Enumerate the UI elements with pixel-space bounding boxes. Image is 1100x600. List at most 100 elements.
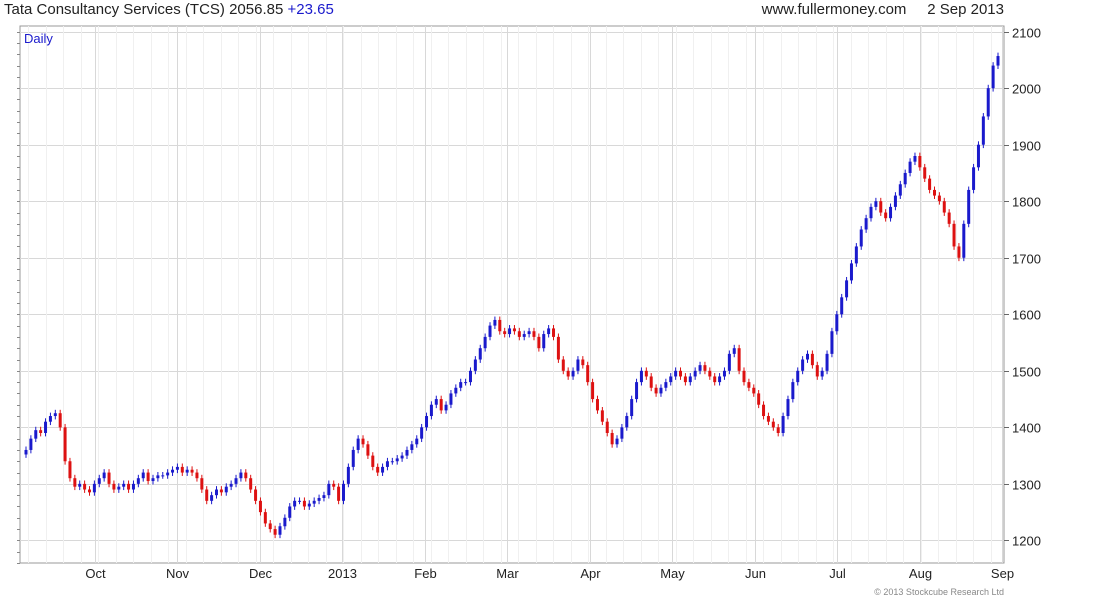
candle-body xyxy=(766,416,770,422)
candle-body xyxy=(884,212,888,219)
candle-body xyxy=(512,328,516,332)
candle-body xyxy=(180,466,184,473)
candle-body xyxy=(923,167,927,179)
y-tick-label: 1900 xyxy=(1012,139,1041,154)
candle-body xyxy=(605,421,609,433)
candle-body xyxy=(24,449,28,455)
candle-body xyxy=(166,472,170,476)
candle-body xyxy=(595,399,599,411)
candle-body xyxy=(420,427,424,439)
x-tick-label: Aug xyxy=(909,566,932,581)
candle-body xyxy=(879,201,883,213)
candle-body xyxy=(796,370,800,383)
candle-body xyxy=(625,416,629,428)
candle-body xyxy=(171,469,175,473)
candle-body xyxy=(952,223,956,247)
candle-body xyxy=(771,421,775,428)
candle-body xyxy=(464,382,468,384)
x-axis: Oct Nov Dec 2013 Feb Mar Apr May Jun Jul Aug Sep xyxy=(85,566,1014,581)
candle-body xyxy=(78,483,82,487)
candle-body xyxy=(727,353,731,371)
candle-body xyxy=(92,483,96,493)
candle-body xyxy=(87,489,91,493)
candle-body xyxy=(117,486,121,490)
candle-body xyxy=(53,413,57,417)
candle-body xyxy=(815,365,819,377)
y-tick-label: 1700 xyxy=(1012,252,1041,267)
candle-body xyxy=(346,466,350,484)
x-tick-label: Sep xyxy=(991,566,1014,581)
candle-body xyxy=(385,461,389,467)
candle-body xyxy=(229,483,233,487)
candle-body xyxy=(527,331,531,335)
candle-body xyxy=(44,421,48,433)
candle-body xyxy=(683,376,687,383)
y-tick-label: 1500 xyxy=(1012,365,1041,380)
candle-body xyxy=(112,483,116,490)
x-tick-label: 2013 xyxy=(328,566,357,581)
candle-body xyxy=(908,161,912,173)
candle-body xyxy=(718,376,722,383)
candle-body xyxy=(263,512,267,524)
candle-body xyxy=(752,387,756,394)
candle-body xyxy=(34,430,38,439)
candle-body xyxy=(39,430,43,433)
candle-body xyxy=(425,416,429,428)
x-tick-label: May xyxy=(660,566,685,581)
candle-body xyxy=(503,331,507,335)
candle-body xyxy=(161,475,165,477)
candle-body xyxy=(737,348,741,371)
candle-body xyxy=(644,370,648,377)
candle-body xyxy=(600,410,604,422)
candle-body xyxy=(991,65,995,89)
candle-body xyxy=(791,382,795,400)
y-tick-label: 2000 xyxy=(1012,82,1041,97)
candle-body xyxy=(337,486,341,501)
candle-body xyxy=(219,489,223,493)
candle-body xyxy=(639,370,643,383)
candle-body xyxy=(317,497,321,501)
candle-body xyxy=(679,370,683,377)
candle-body xyxy=(615,438,619,445)
candle-body xyxy=(83,483,87,490)
candle-body xyxy=(288,506,292,518)
candle-body xyxy=(390,461,394,463)
candle-body xyxy=(976,144,980,168)
candle-body xyxy=(576,359,580,371)
candle-body xyxy=(835,314,839,332)
candle-body xyxy=(366,444,370,456)
candle-body xyxy=(825,353,829,371)
candle-body xyxy=(258,500,262,513)
candle-body xyxy=(810,353,814,366)
candle-body xyxy=(517,331,521,337)
candle-body xyxy=(869,206,873,219)
candle-body xyxy=(508,328,512,335)
candle-body xyxy=(273,529,277,535)
candle-body xyxy=(439,399,443,411)
candle-body xyxy=(581,359,585,366)
candle-body xyxy=(488,325,492,337)
x-tick-label: Jul xyxy=(829,566,846,581)
candle-body xyxy=(742,370,746,383)
candle-body xyxy=(341,483,345,501)
candle-body xyxy=(635,382,639,400)
candle-body xyxy=(361,438,365,445)
candle-body xyxy=(185,469,189,473)
y-tick-label: 1400 xyxy=(1012,421,1041,436)
copyright: © 2013 Stockcube Research Ltd xyxy=(874,587,1004,597)
candle-body xyxy=(122,483,126,487)
candle-body xyxy=(410,444,414,450)
candle-body xyxy=(630,399,634,417)
candle-body xyxy=(996,56,1000,66)
candle-body xyxy=(957,246,961,258)
candle-body xyxy=(698,365,702,371)
candle-body xyxy=(63,427,67,462)
candle-body xyxy=(156,475,160,479)
candle-body xyxy=(928,178,932,190)
candle-body xyxy=(898,184,902,196)
candle-body xyxy=(840,297,844,315)
y-tick-label: 1800 xyxy=(1012,195,1041,210)
candle-body xyxy=(532,331,536,337)
candle-body xyxy=(146,472,150,482)
candle-body xyxy=(981,116,985,145)
